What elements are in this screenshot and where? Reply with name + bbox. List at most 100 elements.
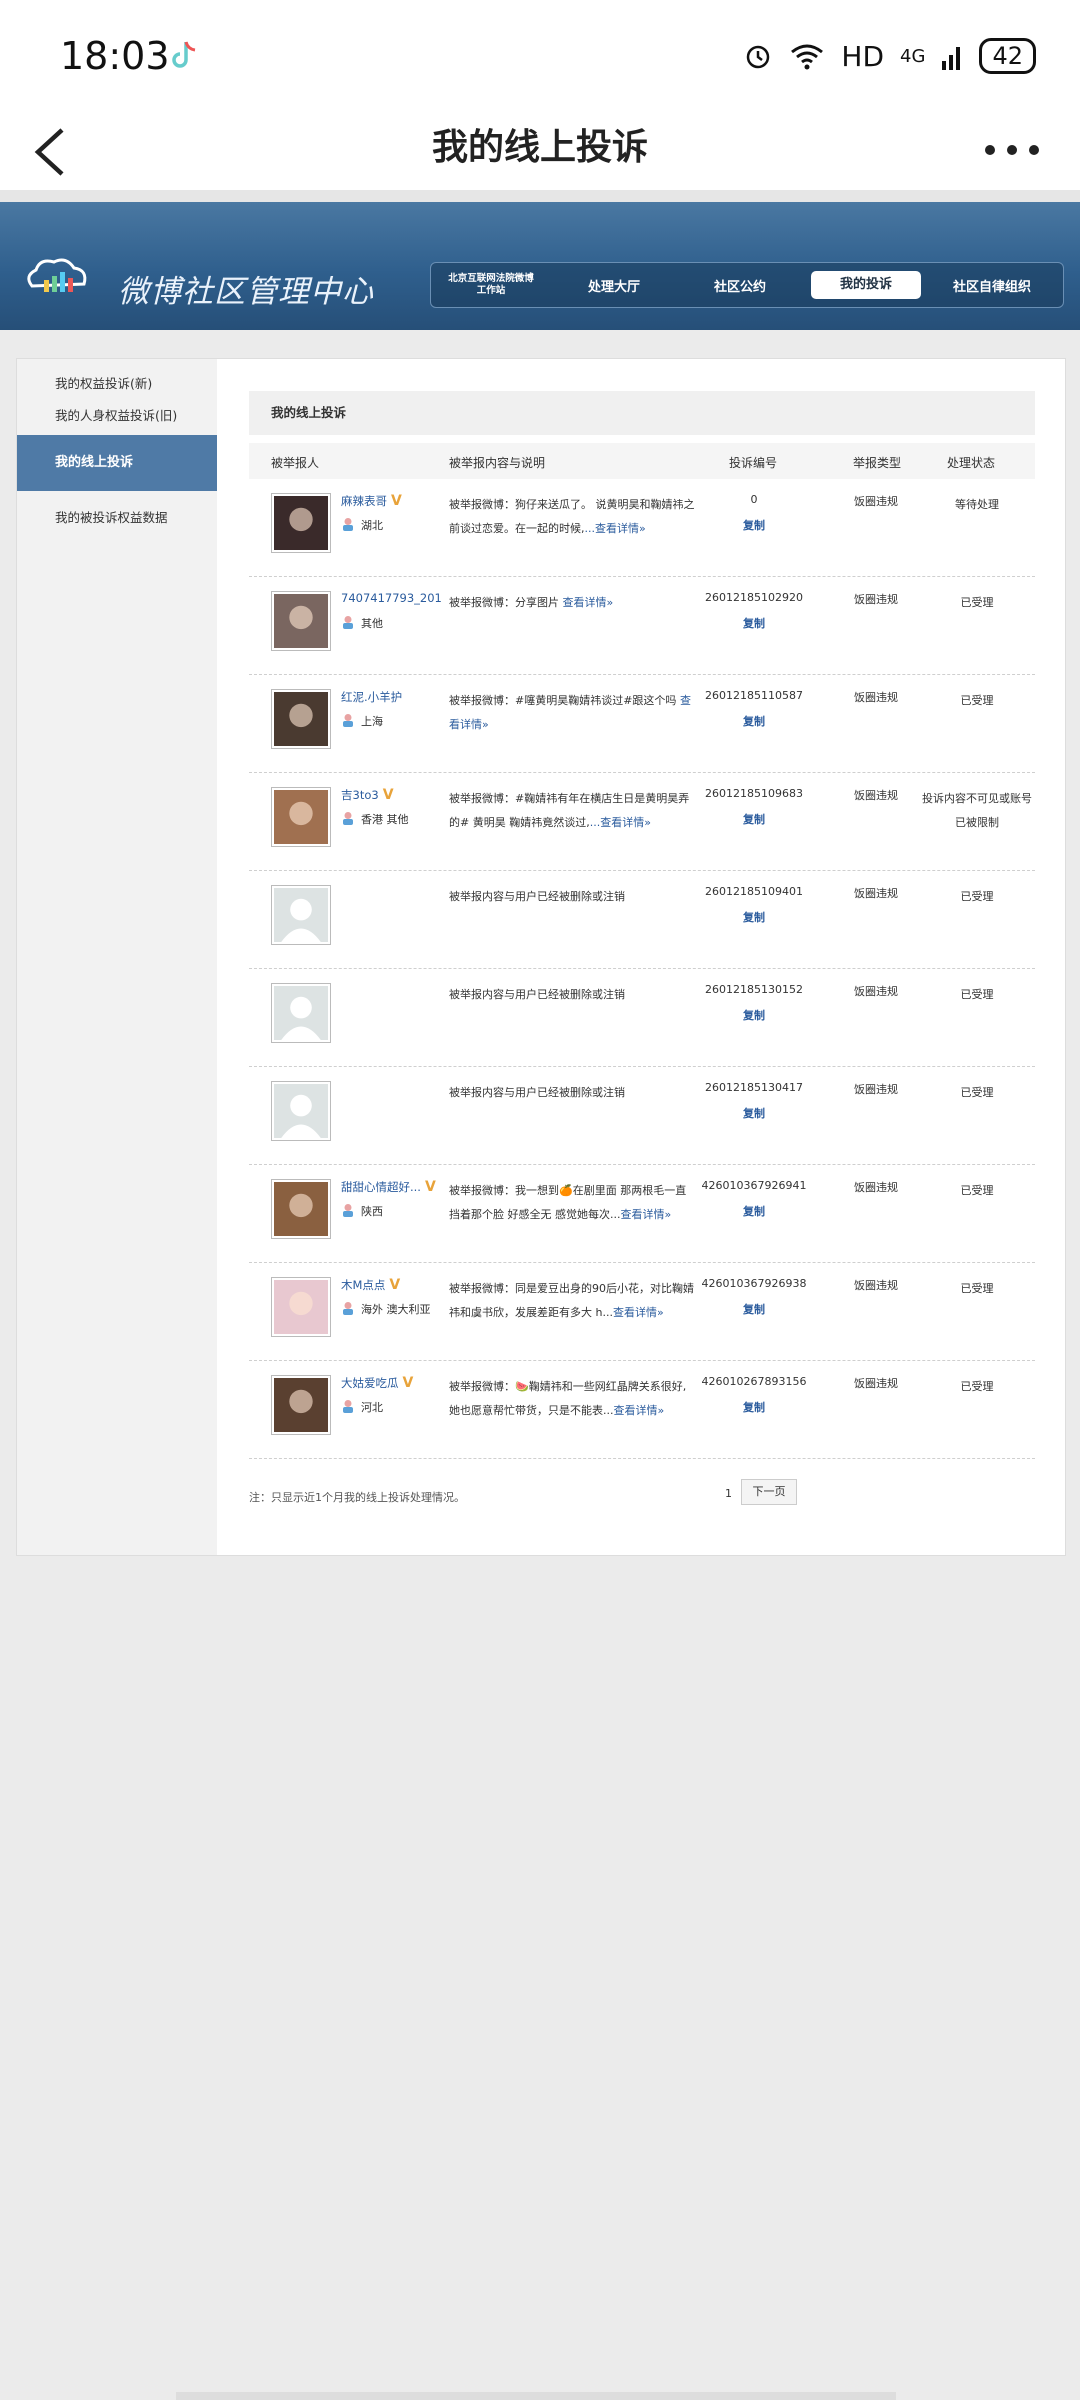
user-name-text[interactable]: 木M点点	[341, 1278, 385, 1292]
nav-self-discipline[interactable]: 社区自律组织	[929, 276, 1055, 295]
user-avatar-image	[274, 1378, 328, 1432]
sidebar-item-online-complaints[interactable]: 我的线上投诉	[17, 435, 217, 491]
report-type: 饭圈违规	[854, 1181, 898, 1194]
avatar[interactable]	[271, 983, 331, 1043]
copy-link[interactable]: 复制	[679, 615, 829, 631]
description-text: 被举报内容与用户已经被删除或注销	[449, 1086, 625, 1099]
sidebar: 我的权益投诉(新) 我的人身权益投诉(旧) 我的线上投诉 我的被投诉权益数据	[17, 359, 217, 1555]
table-row: 7407417793_201 其他 被举报微博：分享图片 查看详情» 26012…	[249, 577, 1035, 675]
sidebar-item-complained-data[interactable]: 我的被投诉权益数据	[55, 507, 168, 526]
table-row: 被举报内容与用户已经被删除或注销 26012185130417 复制 饭圈违规 …	[249, 1067, 1035, 1165]
view-details-link[interactable]: 查看详情»	[620, 1208, 671, 1221]
description-text: 被举报微博：#噻黄明昊鞠婧祎谈过#跟这个吗	[449, 694, 680, 707]
user-location: 湖北	[341, 517, 383, 533]
user-location: 海外 澳大利亚	[341, 1301, 431, 1317]
reported-user-name[interactable]: 吉3to3 V	[341, 787, 394, 803]
reported-user-name[interactable]: 红泥.小羊护	[341, 689, 402, 705]
report-type: 饭圈违规	[854, 495, 898, 508]
copy-link[interactable]: 复制	[679, 1203, 829, 1219]
process-status: 投诉内容不可见或账号已被限制	[922, 792, 1032, 829]
reported-user-name[interactable]: 木M点点 V	[341, 1277, 400, 1293]
view-details-link[interactable]: ...查看详情»	[585, 522, 646, 535]
avatar[interactable]	[271, 885, 331, 945]
view-details-link[interactable]: 查看详情»	[614, 1404, 665, 1417]
user-location: 河北	[341, 1399, 383, 1415]
avatar[interactable]	[271, 1081, 331, 1141]
avatar[interactable]	[271, 787, 331, 847]
complaint-id: 0	[750, 493, 758, 506]
report-type: 饭圈违规	[854, 985, 898, 998]
nav-court-station[interactable]: 北京互联网法院微博 工作站	[431, 273, 551, 297]
nav-processing-hall[interactable]: 处理大厅	[551, 276, 677, 295]
report-type: 饭圈违规	[854, 593, 898, 606]
report-type: 饭圈违规	[854, 691, 898, 704]
avatar[interactable]	[271, 1277, 331, 1337]
report-type: 饭圈违规	[854, 1279, 898, 1292]
next-page-button[interactable]: 下一页	[741, 1479, 797, 1505]
copy-link[interactable]: 复制	[679, 713, 829, 729]
page-number[interactable]: 1	[725, 1487, 732, 1500]
user-location: 其他	[341, 615, 383, 631]
location-text: 湖北	[361, 519, 383, 532]
description-text: 被举报微博：#鞠婧祎有年在横店生日是黄明昊弄的# 黄明昊 鞠婧祎竟然谈过,	[449, 792, 690, 829]
location-text: 其他	[361, 617, 383, 630]
user-gender-icon	[343, 1204, 353, 1217]
description-text: 被举报微博：狗仔来送瓜了。 说黄明昊和鞠婧祎之前谈过恋爱。在一起的时候,	[449, 498, 695, 535]
complaint-id: 26012185110587	[705, 689, 803, 702]
nav-community-rules[interactable]: 社区公约	[677, 276, 803, 295]
copy-link[interactable]: 复制	[679, 1105, 829, 1121]
complaints-table: 麻辣表哥 V 湖北 被举报微博：狗仔来送瓜了。 说黄明昊和鞠婧祎之前谈过恋爱。在一…	[249, 479, 1035, 1459]
nav-my-complaints[interactable]: 我的投诉	[811, 271, 921, 299]
site-header: 微博社区管理中心 北京互联网法院微博 工作站 处理大厅 社区公约 我的投诉 社区…	[0, 202, 1080, 330]
complaint-description: 被举报微博：#鞠婧祎有年在横店生日是黄明昊弄的# 黄明昊 鞠婧祎竟然谈过,...…	[449, 787, 695, 835]
report-type: 饭圈违规	[854, 789, 898, 802]
user-name-text[interactable]: 7407417793_201	[341, 591, 442, 605]
copy-link[interactable]: 复制	[679, 1007, 829, 1023]
reported-user-name[interactable]: 甜甜心情超好... V	[341, 1179, 436, 1195]
main-panel: 我的权益投诉(新) 我的人身权益投诉(旧) 我的线上投诉 我的被投诉权益数据 我…	[16, 358, 1066, 1556]
view-details-link[interactable]: ...查看详情»	[590, 816, 651, 829]
copy-link[interactable]: 复制	[679, 909, 829, 925]
view-details-link[interactable]: 查看详情»	[613, 1306, 664, 1319]
avatar[interactable]	[271, 689, 331, 749]
avatar[interactable]	[271, 591, 331, 651]
process-status: 等待处理	[955, 498, 999, 511]
reported-user-name[interactable]: 麻辣表哥 V	[341, 493, 402, 509]
avatar[interactable]	[271, 493, 331, 553]
copy-link[interactable]: 复制	[679, 1399, 829, 1415]
copy-link[interactable]: 复制	[679, 517, 829, 533]
site-name: 微博社区管理中心	[118, 274, 374, 310]
user-name-text[interactable]: 甜甜心情超好...	[341, 1180, 421, 1194]
reported-user-name[interactable]: 大姑爱吃瓜 V	[341, 1375, 413, 1391]
user-name-text[interactable]: 吉3to3	[341, 788, 379, 802]
col-id: 投诉编号	[729, 456, 778, 470]
process-status: 已受理	[960, 694, 994, 707]
wifi-icon	[791, 44, 824, 70]
table-header: 被举报人 被举报内容与说明 投诉编号 举报类型 处理状态	[249, 443, 1035, 479]
sidebar-item-personal-rights-old[interactable]: 我的人身权益投诉(旧)	[55, 405, 177, 424]
avatar[interactable]	[271, 1375, 331, 1435]
signal-icon	[942, 47, 961, 70]
complaints-content: 我的线上投诉 被举报人 被举报内容与说明 投诉编号 举报类型 处理状态 麻辣表哥…	[249, 391, 1035, 1459]
table-row: 红泥.小羊护 上海 被举报微博：#噻黄明昊鞠婧祎谈过#跟这个吗 查看详情» 26…	[249, 675, 1035, 773]
sidebar-item-rights-new[interactable]: 我的权益投诉(新)	[55, 373, 152, 392]
location-text: 上海	[361, 715, 383, 728]
user-avatar-image	[274, 594, 328, 648]
col-type: 举报类型	[853, 456, 902, 470]
top-nav: 北京互联网法院微博 工作站 处理大厅 社区公约 我的投诉 社区自律组织	[430, 262, 1064, 308]
avatar[interactable]	[271, 1179, 331, 1239]
user-gender-icon	[343, 1400, 353, 1413]
user-name-text[interactable]: 红泥.小羊护	[341, 690, 402, 704]
location-text: 陕西	[361, 1205, 383, 1218]
col-status: 处理状态	[947, 456, 996, 470]
user-location: 陕西	[341, 1203, 383, 1219]
view-details-link[interactable]: 查看详情»	[563, 596, 614, 609]
more-options-icon[interactable]	[982, 130, 1042, 170]
user-location: 香港 其他	[341, 811, 409, 827]
user-name-text[interactable]: 麻辣表哥	[341, 494, 387, 508]
reported-user-name[interactable]: 7407417793_201	[341, 591, 442, 605]
copy-link[interactable]: 复制	[679, 1301, 829, 1317]
complaint-id: 26012185109683	[705, 787, 803, 800]
user-name-text[interactable]: 大姑爱吃瓜	[341, 1376, 399, 1390]
copy-link[interactable]: 复制	[679, 811, 829, 827]
